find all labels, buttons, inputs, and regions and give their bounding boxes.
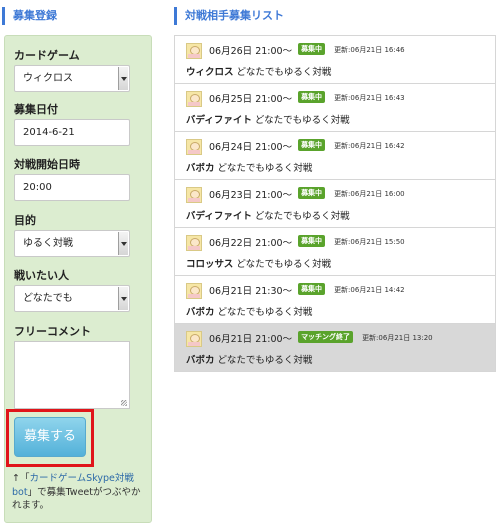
status-badge: マッチング終了 [298,331,354,343]
listing-datetime: 06月22日 21:00～ [209,238,293,249]
user-avatar-icon [186,235,202,251]
start-time-value: 20:00 [23,182,52,193]
purpose-select[interactable]: ゆるく対戦 [14,230,130,257]
card-game-select[interactable]: ウィクロス [14,65,130,92]
status-badge: 募集中 [298,91,326,103]
listing-item[interactable]: 06月21日 21:30～ 募集中 更新:06月21日 14:42 バボカ どなたでも… [174,276,496,324]
listing-game: バディファイト [186,115,252,126]
listing-text: どなたでもゆるく対戦 [236,67,332,78]
listing-game: バボカ [186,355,215,366]
user-avatar-icon [186,283,202,299]
updated-time: 更新:06月21日 14:42 [334,286,405,294]
listings-heading: 対戦相手募集リスト [174,7,284,25]
listing-item[interactable]: 06月25日 21:00～ 募集中 更新:06月21日 16:43 バディファイト ど… [174,84,496,132]
listing-item[interactable]: 06月26日 21:00～ 募集中 更新:06月21日 16:46 ウィクロス どなた… [174,35,496,84]
listing-item[interactable]: 06月23日 21:00～ 募集中 更新:06月21日 16:00 バディファイト ど… [174,180,496,228]
listings-list: 06月26日 21:00～ 募集中 更新:06月21日 16:46 ウィクロス どなた… [174,35,496,372]
listing-datetime: 06月21日 21:00～ [209,334,293,345]
listing-game: ウィクロス [186,67,234,78]
user-avatar-icon [186,331,202,347]
listing-item[interactable]: 06月22日 21:00～ 募集中 更新:06月21日 15:50 コロッサス どなた… [174,228,496,276]
chevron-down-icon [118,232,128,255]
card-game-value: ウィクロス [23,73,73,84]
note-prefix: ↑「 [12,473,30,484]
listing-game: バボカ [186,163,215,174]
date-label: 募集日付 [14,103,58,116]
listing-title: バボカ どなたでもゆるく対戦 [186,352,312,366]
listing-title: バディファイト どなたでもゆるく対戦 [186,208,350,222]
user-avatar-icon [186,139,202,155]
submit-button[interactable]: 募集する [14,417,86,457]
listing-datetime: 06月24日 21:00～ [209,142,293,153]
listing-item[interactable]: 06月24日 21:00～ 募集中 更新:06月21日 16:42 バボカ どなたでも… [174,132,496,180]
updated-time: 更新:06月21日 16:43 [334,94,405,102]
listing-text: どなたでもゆるく対戦 [217,307,313,318]
listing-game: バディファイト [186,211,252,222]
status-badge: 募集中 [298,283,326,295]
listing-datetime: 06月23日 21:00～ [209,190,293,201]
listing-game: コロッサス [186,259,234,270]
opponent-value: どなたでも [23,293,73,304]
listing-item[interactable]: 06月21日 21:00～ マッチング終了 更新:06月21日 13:20 バボカ ど… [174,324,496,372]
chevron-down-icon [118,287,128,310]
note-suffix: 」で募集Tweetがつぶやかれます。 [12,486,141,512]
purpose-label: 目的 [14,214,36,227]
status-badge: 募集中 [298,235,326,247]
resize-grip-icon[interactable] [121,400,127,406]
date-input[interactable]: 2014-6-21 [14,119,130,146]
listing-title: コロッサス どなたでもゆるく対戦 [186,256,331,270]
comment-label: フリーコメント [14,325,91,338]
listing-text: どなたでもゆるく対戦 [254,115,350,126]
purpose-value: ゆるく対戦 [23,238,73,249]
opponent-select[interactable]: どなたでも [14,285,130,312]
updated-time: 更新:06月21日 13:20 [362,334,433,342]
listing-text: どなたでもゆるく対戦 [217,163,313,174]
listing-title: ウィクロス どなたでもゆるく対戦 [186,64,331,78]
user-avatar-icon [186,187,202,203]
listing-game: バボカ [186,307,215,318]
comment-textarea[interactable] [14,341,130,409]
listing-text: どなたでもゆるく対戦 [236,259,332,270]
listing-text: どなたでもゆるく対戦 [254,211,350,222]
listing-datetime: 06月26日 21:00～ [209,46,293,57]
listing-title: バボカ どなたでもゆるく対戦 [186,160,312,174]
registration-form: カードゲーム ウィクロス 募集日付 2014-6-21 対戦開始日時 20:00… [4,35,152,523]
updated-time: 更新:06月21日 16:42 [334,142,405,150]
updated-time: 更新:06月21日 15:50 [334,238,405,246]
updated-time: 更新:06月21日 16:00 [334,190,405,198]
date-value: 2014-6-21 [23,127,75,138]
status-badge: 募集中 [298,139,326,151]
registration-heading: 募集登録 [2,7,57,25]
tweet-note: ↑「カードゲームSkype対戦bot」で募集Tweetがつぶやかれます。 [12,472,147,513]
status-badge: 募集中 [298,43,326,55]
card-game-label: カードゲーム [14,49,80,62]
chevron-down-icon [118,67,128,90]
listing-title: バボカ どなたでもゆるく対戦 [186,304,312,318]
status-badge: 募集中 [298,187,326,199]
start-time-input[interactable]: 20:00 [14,174,130,201]
opponent-label: 戦いたい人 [14,269,69,282]
user-avatar-icon [186,91,202,107]
submit-highlight: 募集する [6,409,94,467]
start-time-label: 対戦開始日時 [14,158,80,171]
user-avatar-icon [186,43,202,59]
updated-time: 更新:06月21日 16:46 [334,46,405,54]
listing-title: バディファイト どなたでもゆるく対戦 [186,112,350,126]
listing-datetime: 06月21日 21:30～ [209,286,293,297]
listing-datetime: 06月25日 21:00～ [209,94,293,105]
listing-text: どなたでもゆるく対戦 [217,355,313,366]
